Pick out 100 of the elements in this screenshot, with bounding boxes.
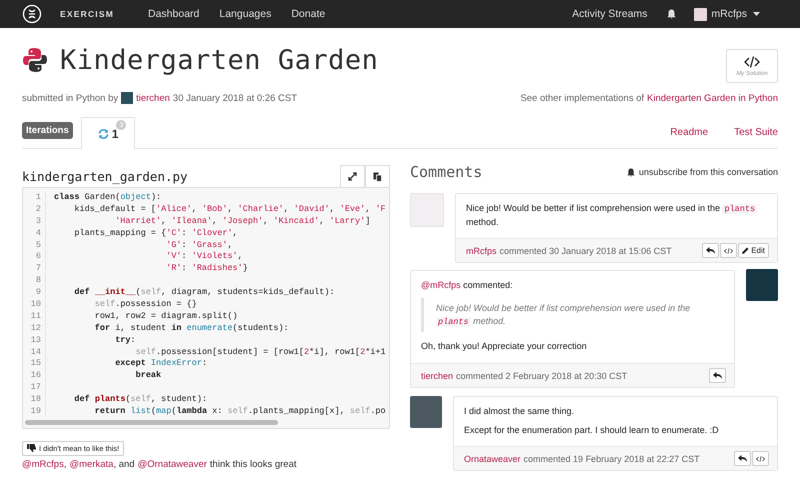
nav-link[interactable]: Donate <box>291 8 326 20</box>
copy-button[interactable] <box>365 165 390 187</box>
line-number: 8 <box>23 274 46 286</box>
code-line: class Garden(object): <box>53 192 162 202</box>
code-line: def __init__(self, diagram, students=kids_default): <box>73 287 335 298</box>
iterations-label: Iterations <box>22 122 73 139</box>
line-number: 13 <box>23 334 46 346</box>
other-implementations-link[interactable]: Kindergarten Garden in Python <box>647 92 778 104</box>
caret-icon[interactable] <box>753 12 760 16</box>
code-line: plants_mapping = {'C': 'Clover', <box>73 228 238 238</box>
comment-text: Nice job! Would be better if list comprehension were used in the plants method. <box>466 202 758 228</box>
comment-author-link[interactable]: Ornataweaver <box>464 454 521 464</box>
line-number: 7 <box>23 262 46 274</box>
code-line: 'G': 'Grass', <box>165 240 233 250</box>
line-number: 17 <box>23 381 46 394</box>
line-number: 16 <box>23 369 46 382</box>
tab-link[interactable]: Test Suite <box>734 127 778 138</box>
code-line: row1, row2 = diagram.split() <box>94 310 238 321</box>
code-line: 'R': 'Radishes'} <box>165 263 248 274</box>
code-line: for i, student in enumerate(students): <box>94 322 289 333</box>
nav-link[interactable]: Languages <box>219 8 272 20</box>
separator-text: , <box>64 458 66 470</box>
expand-button[interactable] <box>340 165 365 187</box>
commenter-avatar <box>746 269 778 302</box>
code-line: try: <box>114 334 136 345</box>
submitted-date: 30 January 2018 at 0:26 CST <box>172 92 298 104</box>
other-implementations-text: See other implementations of <box>520 92 644 104</box>
liker-link[interactable]: @merkata <box>69 458 114 470</box>
separator-text: , and <box>113 458 135 470</box>
comment-date: commented 2 February 2018 at 20:30 CST <box>456 370 628 381</box>
page-title: Kindergarten Garden <box>60 44 378 76</box>
line-number: 1 <box>23 191 46 203</box>
scrollbar-thumb[interactable] <box>25 420 278 425</box>
code-icon <box>724 248 734 254</box>
line-number: 3 <box>23 214 46 227</box>
bell-icon <box>626 168 635 176</box>
commenter-avatar <box>410 193 444 227</box>
code-line: except IndexError: <box>114 358 208 368</box>
code-line: kids_default = ['Alice', 'Bob', 'Charlie', 'David', 'Eve', 'F <box>73 204 386 214</box>
refresh-icon <box>98 128 109 138</box>
line-number: 2 <box>23 202 46 215</box>
reply-icon <box>738 455 747 462</box>
code-icon <box>756 456 765 462</box>
code-line: self.possession = {} <box>94 298 197 309</box>
submitted-text: submitted in Python by <box>22 92 118 104</box>
line-number: 4 <box>23 226 46 239</box>
liker-link[interactable]: @mRcfps <box>22 458 64 470</box>
comment-author-link[interactable]: tierchen <box>421 370 454 381</box>
code-line: return list(map(lambda x: self.plants_mapping[x], self.po <box>94 406 386 416</box>
user-avatar <box>694 8 708 20</box>
reply-icon <box>713 372 722 380</box>
comment-date: commented 30 January 2018 at 15:06 CST <box>500 246 672 256</box>
line-number: 19 <box>23 405 46 417</box>
unsubscribe-link[interactable]: unsubscribe from this conversation <box>626 167 778 177</box>
line-number: 15 <box>23 357 46 370</box>
author-link[interactable]: tierchen <box>136 92 170 104</box>
line-number: 6 <box>23 250 46 262</box>
comment-author-link[interactable]: mRcfps <box>466 246 497 256</box>
code-line: self.possession[student] = [row1[2*i], row1[2*i+1 <box>134 346 386 357</box>
view-code-button[interactable] <box>720 243 738 258</box>
code-line: 'V': 'Violets', <box>165 251 243 262</box>
reply-button[interactable] <box>702 243 720 258</box>
view-code-button[interactable] <box>752 451 769 466</box>
line-number: 11 <box>23 310 46 322</box>
line-number: 5 <box>23 238 46 250</box>
line-number: 14 <box>23 346 46 358</box>
author-avatar <box>121 92 134 104</box>
nav-link[interactable]: Dashboard <box>148 8 200 20</box>
code-line: 'Harriet', 'Ileana', 'Joseph', 'Kincaid', 'Larry'] <box>114 216 370 226</box>
pencil-icon <box>742 247 750 254</box>
code-line: def plants(self, student): <box>73 394 208 404</box>
reply-icon <box>706 247 716 254</box>
comment-date: commented 19 February 2018 at 22:27 CST <box>524 454 700 464</box>
nav-link[interactable]: Activity Streams <box>572 8 648 20</box>
comment-text: Except for the enumeration part. I should learn to enumerate. :D <box>464 424 720 436</box>
line-number: 18 <box>23 393 46 406</box>
comment-text: Oh, thank you! Appreciate your correction <box>421 340 588 354</box>
brand-name[interactable]: EXERCISM <box>60 9 114 19</box>
edit-button[interactable]: Edit <box>738 243 769 258</box>
comments-heading: Comments <box>410 163 482 181</box>
code-line: break <box>134 370 162 380</box>
user-menu[interactable]: mRcfps <box>711 8 747 20</box>
comment-text: I did almost the same thing. <box>464 405 576 418</box>
reply-button[interactable] <box>709 368 726 384</box>
likes-text: think this looks great <box>210 458 297 470</box>
commenter-avatar <box>410 396 442 428</box>
code-icon <box>744 56 760 68</box>
python-logo-icon <box>22 47 48 73</box>
mention-line: @mRcfps commented: <box>421 280 513 290</box>
expand-icon <box>348 172 357 181</box>
bell-icon[interactable] <box>667 9 676 19</box>
logo-icon[interactable] <box>22 4 42 24</box>
quoted-comment: Nice job! Would be better if list comprehension were used in the plants method. <box>421 298 724 332</box>
liker-link[interactable]: @Ornataweaver <box>138 458 207 470</box>
reply-button[interactable] <box>734 451 751 466</box>
line-number: 12 <box>23 322 46 334</box>
tab-link[interactable]: Readme <box>670 127 708 138</box>
file-name: kindergarten_garden.py <box>22 169 188 184</box>
thumbs-down-icon <box>27 444 36 452</box>
line-number: 10 <box>23 298 46 310</box>
